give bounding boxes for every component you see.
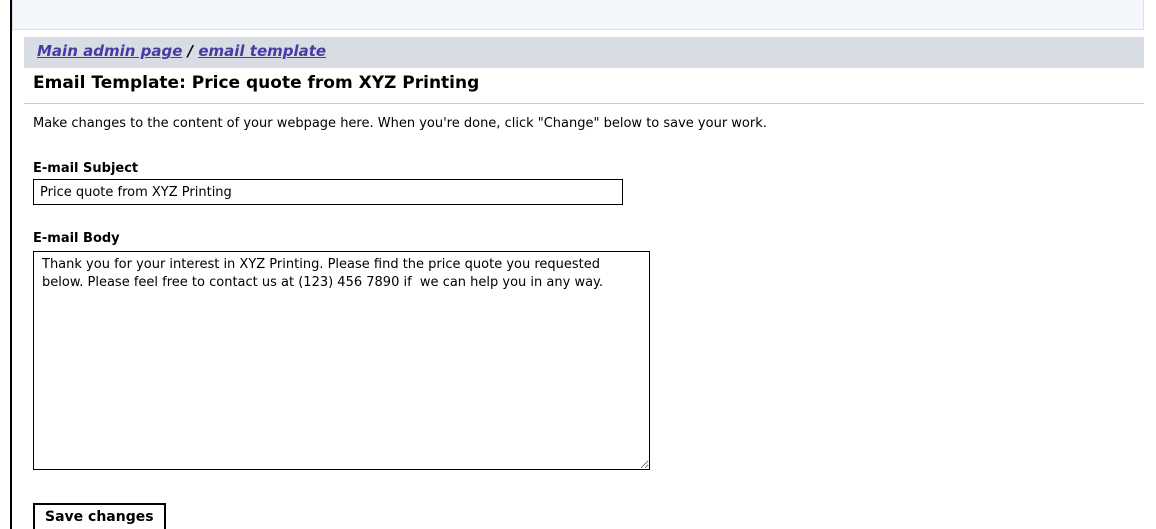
body-label: E-mail Body	[33, 231, 120, 246]
subject-input[interactable]	[33, 179, 623, 205]
intro-text: Make changes to the content of your webp…	[33, 116, 767, 131]
breadcrumb-email-template-link[interactable]: email template	[198, 42, 326, 60]
top-strip	[12, 0, 1144, 30]
body-textarea[interactable]: Thank you for your interest in XYZ Print…	[33, 251, 650, 470]
breadcrumb-separator: /	[187, 42, 194, 60]
title-divider	[24, 103, 1144, 104]
breadcrumb-main-admin-link[interactable]: Main admin page	[37, 42, 182, 60]
page-title: Email Template: Price quote from XYZ Pri…	[33, 73, 480, 93]
save-changes-button[interactable]: Save changes	[33, 503, 166, 529]
breadcrumb: Main admin page / email template	[24, 37, 1144, 68]
subject-label: E-mail Subject	[33, 161, 139, 176]
